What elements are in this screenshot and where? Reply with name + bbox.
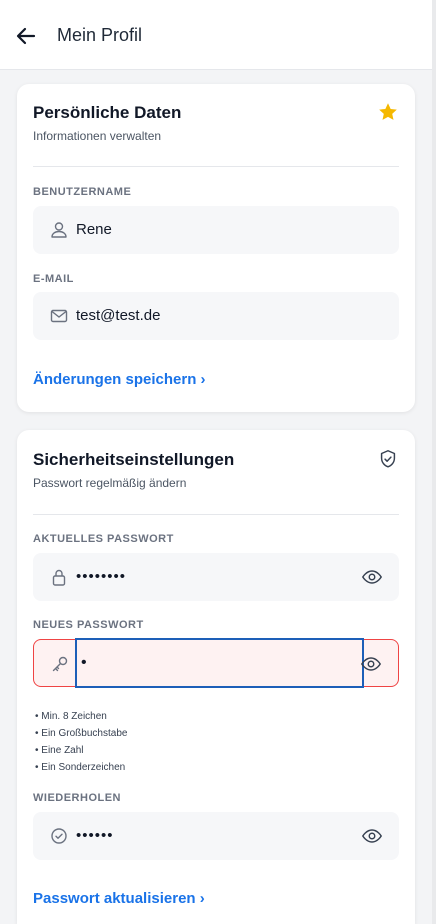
- current-password-field[interactable]: ••••••••: [33, 553, 399, 601]
- username-label: BENUTZERNAME: [33, 186, 132, 198]
- eye-icon[interactable]: [361, 567, 383, 587]
- divider: [33, 514, 399, 515]
- personal-data-card: Persönliche Daten Informationen verwalte…: [17, 84, 415, 412]
- scrollbar[interactable]: [432, 0, 436, 924]
- security-card: Sicherheitseinstellungen Passwort regelm…: [17, 430, 415, 924]
- email-label: E-MAIL: [33, 273, 74, 285]
- requirement-item: • Ein Großbuchstabe: [35, 728, 128, 739]
- repeat-password-placeholder: ••••••: [76, 827, 114, 844]
- star-icon[interactable]: [377, 101, 399, 123]
- user-icon: [51, 222, 67, 238]
- arrow-left-icon[interactable]: [14, 24, 38, 48]
- shield-check-icon: [380, 450, 396, 468]
- current-password-label: AKTUELLES PASSWORT: [33, 533, 174, 545]
- security-title: Sicherheitseinstellungen: [33, 450, 235, 469]
- key-icon: [52, 656, 68, 672]
- eye-icon[interactable]: [360, 654, 382, 674]
- requirement-item: • Min. 8 Zeichen: [35, 711, 107, 722]
- personal-data-subtitle: Informationen verwalten: [33, 129, 162, 143]
- check-circle-icon: [51, 828, 67, 844]
- email-value: test@test.de: [76, 307, 161, 324]
- eye-icon[interactable]: [361, 826, 383, 846]
- mail-icon: [50, 309, 68, 323]
- current-password-value: ••••••••: [76, 568, 127, 585]
- requirement-item: • Ein Sonderzeichen: [35, 762, 126, 773]
- update-password-link[interactable]: Passwort aktualisieren ›: [33, 890, 205, 907]
- save-changes-link[interactable]: Änderungen speichern ›: [33, 371, 206, 388]
- password-requirements: • Min. 8 Zeichen • Ein Großbuchstabe • E…: [35, 708, 127, 776]
- page-title: Mein Profil: [57, 25, 143, 45]
- requirement-item: • Eine Zahl: [35, 745, 84, 756]
- repeat-password-label: WIEDERHOLEN: [33, 792, 121, 804]
- username-field[interactable]: Rene: [33, 206, 399, 254]
- new-password-label: NEUES PASSWORT: [33, 619, 144, 631]
- new-password-field[interactable]: [33, 638, 399, 688]
- username-value: Rene: [76, 221, 112, 238]
- divider: [33, 166, 399, 167]
- top-app-bar: Mein Profil: [0, 0, 432, 70]
- lock-icon: [52, 569, 66, 586]
- repeat-password-field[interactable]: ••••••: [33, 812, 399, 860]
- security-subtitle: Passwort regelmäßig ändern: [33, 476, 187, 490]
- personal-data-title: Persönliche Daten: [33, 103, 182, 122]
- email-field[interactable]: test@test.de: [33, 292, 399, 340]
- new-password-input[interactable]: [75, 638, 364, 688]
